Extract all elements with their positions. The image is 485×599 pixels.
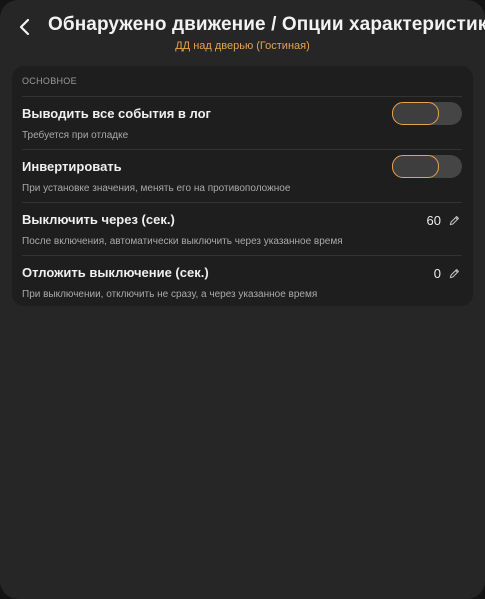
setting-row-off-after: Выключить через (сек.) После включения, … [22, 202, 462, 255]
setting-title: Выводить все события в лог [22, 106, 211, 121]
setting-row-invert: Инвертировать При установке значения, ме… [22, 149, 462, 202]
back-button[interactable] [10, 12, 38, 42]
options-screen: Обнаружено движение / Опции характеристи… [0, 0, 485, 599]
invert-toggle[interactable] [392, 155, 462, 178]
page-title: Обнаружено движение / Опции характеристи… [48, 14, 485, 35]
delay-off-value: 0 [433, 265, 441, 281]
setting-description: При выключении, отключить не сразу, а че… [22, 289, 318, 300]
setting-description: После включения, автоматически выключить… [22, 236, 343, 247]
settings-card: ОСНОВНОЕ Выводить все события в лог Треб… [12, 66, 473, 306]
log-events-toggle[interactable] [392, 102, 462, 125]
setting-title: Инвертировать [22, 159, 122, 174]
setting-description: Требуется при отладке [22, 130, 129, 141]
toggle-knob [392, 102, 439, 125]
off-after-value: 60 [426, 212, 441, 228]
edit-delay-off-button[interactable] [448, 267, 460, 279]
edit-off-after-button[interactable] [448, 214, 460, 226]
setting-description: При установке значения, менять его на пр… [22, 183, 291, 194]
setting-title: Выключить через (сек.) [22, 212, 175, 227]
header: Обнаружено движение / Опции характеристи… [0, 0, 485, 62]
toggle-knob [392, 155, 439, 178]
setting-title: Отложить выключение (сек.) [22, 265, 209, 280]
section-header: ОСНОВНОЕ [22, 76, 77, 86]
setting-row-delay-off: Отложить выключение (сек.) При выключени… [22, 255, 462, 308]
pencil-icon [449, 268, 459, 278]
pencil-icon [449, 215, 459, 225]
setting-row-log-events: Выводить все события в лог Требуется при… [22, 96, 462, 149]
chevron-left-icon [19, 18, 30, 36]
off-after-value-wrap: 60 [427, 211, 460, 229]
page-subtitle: ДД над дверью (Гостиная) [175, 40, 310, 52]
delay-off-value-wrap: 0 [434, 264, 460, 282]
